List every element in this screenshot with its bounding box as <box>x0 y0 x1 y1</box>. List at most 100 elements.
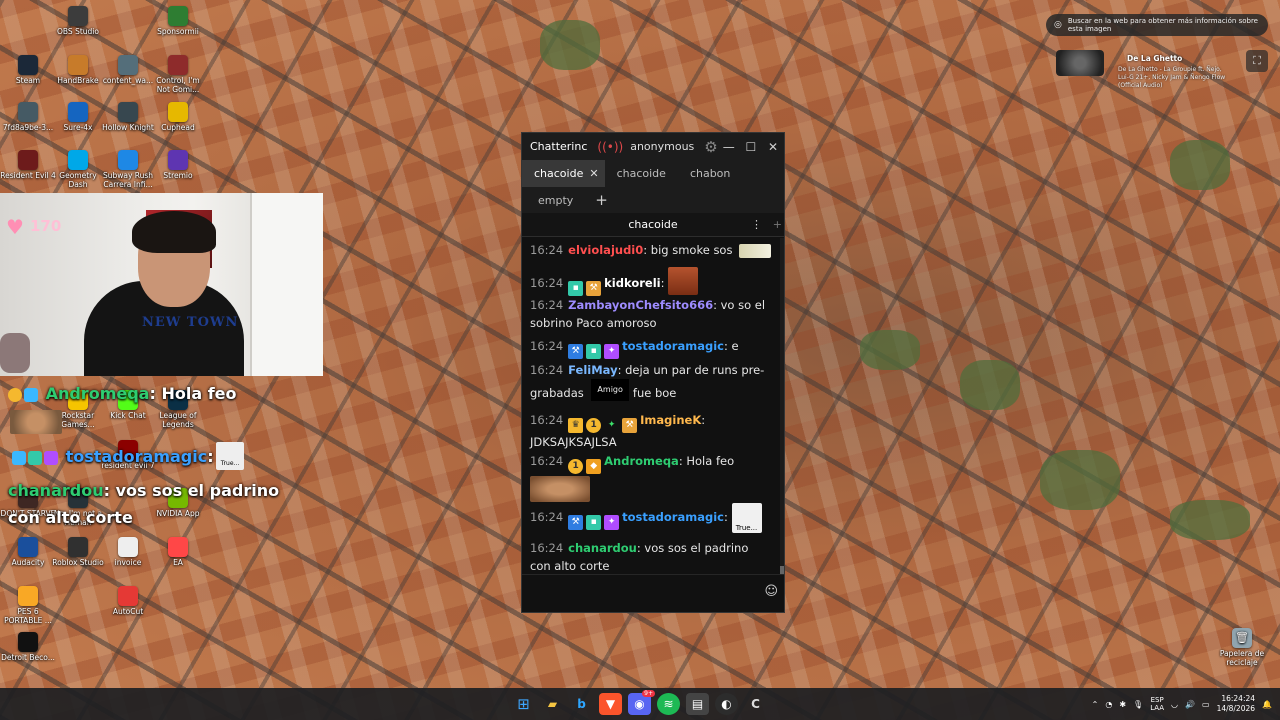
chat-message[interactable]: 16:24 1 ◆ Andromeqa: Hola feo <box>530 452 772 502</box>
tab-empty[interactable]: empty <box>522 194 589 207</box>
username[interactable]: kidkoreli <box>604 276 660 290</box>
desktop-icon[interactable]: invoice <box>100 537 156 568</box>
gear-icon[interactable]: ⚙ <box>704 138 717 156</box>
username[interactable]: elviolajudi0 <box>568 243 643 257</box>
desktop-icon[interactable]: AutoCut <box>100 586 156 617</box>
username[interactable]: FeliMay <box>568 363 617 377</box>
recorder-icon[interactable]: ▤ <box>686 693 709 715</box>
chat-input[interactable]: ☺ <box>522 574 784 612</box>
message-list[interactable]: 16:24 elviolajudi0: big smoke sos 16:24 ▪ ⚒… <box>522 237 784 573</box>
minimize-button[interactable]: — <box>718 140 740 154</box>
current-user[interactable]: anonymous <box>630 140 694 153</box>
username[interactable]: tostadoramagic <box>622 339 724 353</box>
desktop-icon[interactable]: OBS Studio <box>50 6 106 37</box>
desktop-icon[interactable]: Sure-4x <box>50 102 106 133</box>
true-emote: True... <box>731 503 762 533</box>
chat-message[interactable]: 16:24 ⚒ ▪ ✦ tostadoramagic: e <box>530 337 772 359</box>
notification-bell-icon[interactable]: 🔔 <box>1262 700 1272 709</box>
chat-message[interactable]: 16:24 ♛ 1 ✦ ⚒ ImagineK: JDKSAJKSAJLSA <box>530 411 772 451</box>
message-text: big smoke sos <box>650 243 733 257</box>
battery-icon[interactable]: ▭ <box>1202 700 1210 709</box>
desktop-icon[interactable]: Resident Evil 4 <box>0 150 56 181</box>
username[interactable]: ZambayonChefsito666 <box>568 298 713 312</box>
app-icon <box>118 150 138 170</box>
desktop-icon[interactable]: Sponsormii <box>150 6 206 37</box>
username[interactable]: tostadoramagic <box>622 510 724 524</box>
desktop-icon[interactable]: Stremio <box>150 150 206 181</box>
menu-dots-icon[interactable]: ⋮ <box>751 218 762 231</box>
channel-header[interactable]: chacoide ⋮ + <box>522 213 784 237</box>
clock[interactable]: 16:24:24 14/8/2026 <box>1217 694 1255 714</box>
desktop-icon[interactable]: HandBrake <box>50 55 106 86</box>
username[interactable]: Andromeqa <box>604 454 679 468</box>
desktop-icon-label: Stremio <box>163 171 193 180</box>
close-tab-icon[interactable]: ✕ <box>589 167 598 180</box>
chatterino-icon[interactable]: C <box>744 693 767 715</box>
tab-chabon[interactable]: chabon <box>678 160 742 187</box>
tab-label: chacoide <box>616 167 666 180</box>
volume-icon[interactable]: 🔊 <box>1185 700 1195 709</box>
username[interactable]: ImagineK <box>640 413 701 427</box>
desktop-icon[interactable]: Cuphead <box>150 102 206 133</box>
bing-icon[interactable]: b <box>570 693 593 715</box>
chatterino-window[interactable]: Chatterinc ((•)) anonymous ⚙ — ☐ ✕ chaco… <box>521 132 785 613</box>
wifi-icon[interactable]: ◡ <box>1171 700 1178 709</box>
desktop-icon[interactable]: Roblox Studio <box>50 537 106 568</box>
desktop-icon[interactable]: 7fd8a9be-3... <box>0 102 56 133</box>
hammer-badge-icon: ⚒ <box>568 344 584 359</box>
add-split-icon[interactable]: + <box>773 218 782 231</box>
network-icon[interactable]: ◔ <box>1105 700 1112 709</box>
language-indicator[interactable]: ESP LAA <box>1150 696 1164 713</box>
microphone-icon[interactable]: 🎙 <box>1133 700 1143 709</box>
desktop-icon[interactable]: EA <box>150 537 206 568</box>
discord-icon[interactable]: ◉ 9+ <box>628 690 655 715</box>
desktop-icon[interactable]: Audacity <box>0 537 56 568</box>
maximize-button[interactable]: ☐ <box>740 140 762 154</box>
desktop-icon[interactable]: Geometry Dash <box>50 150 106 189</box>
app-icon <box>18 586 38 606</box>
chat-message[interactable]: 16:24 chanardou: vos sos el padrino con a… <box>530 539 772 573</box>
desktop-icon[interactable]: Steam <box>0 55 56 86</box>
recycle-bin[interactable]: 🗑 Papelera de reciclaje <box>1214 628 1270 667</box>
tab-chacoide-active[interactable]: chacoide ✕ <box>522 160 605 187</box>
desktop-icon[interactable]: Control, I'm Not Gomi... <box>150 55 206 94</box>
obs-icon[interactable]: ◐ <box>715 693 738 715</box>
badge-icon: ⚒ <box>586 281 602 296</box>
desktop-icon[interactable]: Subway Rush Carrera Infi... <box>100 150 156 189</box>
file-explorer-icon[interactable]: ▰ <box>541 693 564 715</box>
chevron-up-icon[interactable]: ⌃ <box>1092 700 1099 709</box>
chat-message[interactable]: 16:24 ⚒ ▪ ✦ tostadoramagic: True... <box>530 503 772 533</box>
spotify-icon[interactable]: ≋ <box>657 693 680 715</box>
chat-message[interactable]: 16:24 FeliMay: deja un par de runs pre-gr… <box>530 361 772 402</box>
chat-message[interactable]: 16:24 ▪ ⚒ kidkoreli: <box>530 267 772 296</box>
close-button[interactable]: ✕ <box>762 140 784 154</box>
app-icon <box>18 102 38 122</box>
chat-message[interactable]: 16:24 elviolajudi0: big smoke sos <box>530 241 772 259</box>
timestamp: 16:24 <box>530 276 564 290</box>
overlay-chat-line: chanardou: vos sos el padrino <box>8 481 279 500</box>
app-icon <box>18 632 38 652</box>
desktop-icon[interactable]: Detroit Beco... <box>0 632 56 663</box>
system-tray: ⌃ ◔ ✱ 🎙 ESP LAA ◡ 🔊 ▭ 16:24:24 14/8/2026… <box>1092 688 1272 720</box>
badge-icon: ▪ <box>568 281 584 296</box>
desktop-icon[interactable]: Hollow Knight <box>100 102 156 133</box>
message-text: Hola feo <box>686 454 735 468</box>
brave-icon[interactable]: ▼ <box>599 693 622 715</box>
title-bar[interactable]: Chatterinc ((•)) anonymous ⚙ — ☐ ✕ <box>522 133 784 160</box>
tab-chacoide[interactable]: chacoide <box>605 160 678 187</box>
expand-icon[interactable]: ⛶ <box>1246 50 1268 72</box>
chat-message[interactable]: 16:24 ZambayonChefsito666: vo so el sobri… <box>530 296 772 332</box>
visual-search-bar[interactable]: ◎ Buscar en la web para obtener más info… <box>1046 14 1268 36</box>
lens-icon: ◎ <box>1054 20 1062 30</box>
gift-badge-icon: ◆ <box>586 459 602 474</box>
add-tab-icon[interactable]: + <box>589 191 614 209</box>
bluetooth-icon[interactable]: ✱ <box>1119 700 1126 709</box>
emoji-icon[interactable]: ☺ <box>764 584 778 599</box>
desktop-icon[interactable]: content_wa... <box>100 55 156 86</box>
desktop-icon[interactable]: PES 6 PORTABLE ... <box>0 586 56 625</box>
chat-scrollbar[interactable] <box>780 238 784 574</box>
scrollbar-thumb[interactable] <box>780 566 784 574</box>
start-icon[interactable]: ⊞ <box>512 693 535 715</box>
username[interactable]: chanardou <box>568 541 637 555</box>
hoodie-text: NEW TOWN <box>142 315 239 330</box>
